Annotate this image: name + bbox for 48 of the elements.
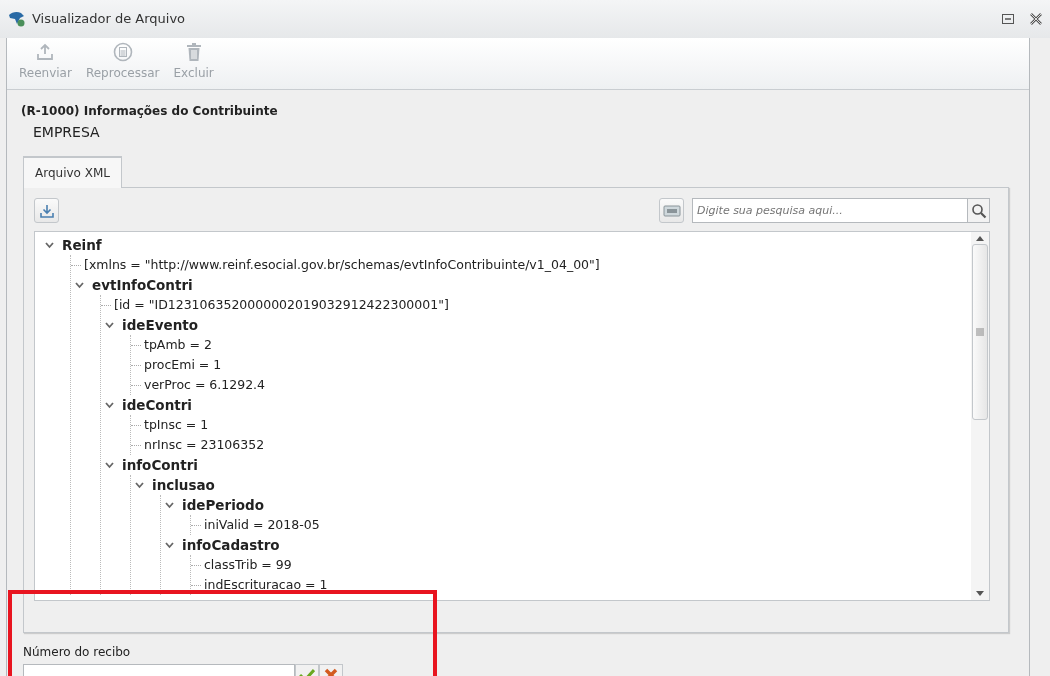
scroll-up-icon[interactable] bbox=[975, 234, 985, 242]
tree-value: tpInsc = 1 bbox=[144, 415, 209, 434]
tree-value: indEscrituracao = 1 bbox=[204, 575, 328, 594]
tree-value: [xmlns = "http://www.reinf.esocial.gov.br/schemas/evtInfoContribuinte/v1_04_00"] bbox=[84, 255, 600, 274]
calculator-icon bbox=[112, 42, 133, 62]
tree-node[interactable]: evtInfoContri bbox=[92, 274, 193, 296]
upload-icon bbox=[35, 42, 56, 62]
download-icon bbox=[38, 202, 55, 219]
search-button[interactable] bbox=[968, 198, 990, 223]
tree-value: tpAmb = 2 bbox=[144, 335, 212, 354]
expand-chevron-icon[interactable] bbox=[45, 241, 54, 249]
record-title: (R-1000) Informações do Contribuinte bbox=[21, 103, 279, 120]
tree-value: verProc = 6.1292.4 bbox=[144, 375, 265, 394]
scrollbar[interactable] bbox=[971, 232, 989, 600]
expand-chevron-icon[interactable] bbox=[135, 481, 144, 489]
tree-value: classTrib = 99 bbox=[204, 555, 292, 574]
search-field[interactable]: Digite sua pesquisa aqui... bbox=[692, 198, 968, 223]
scroll-down-icon[interactable] bbox=[975, 590, 985, 598]
tab[interactable]: Arquivo XML bbox=[23, 156, 122, 188]
tree-node[interactable]: infoContri bbox=[122, 454, 198, 476]
tree-node[interactable]: infoCadastro bbox=[182, 534, 280, 556]
expand-chevron-icon[interactable] bbox=[105, 401, 114, 409]
company-name: EMPRESA bbox=[33, 123, 101, 142]
tree-node[interactable]: ideEvento bbox=[122, 314, 198, 336]
tree-value: nrInsc = 23106352 bbox=[144, 435, 265, 454]
tree-node[interactable]: inclusao bbox=[152, 474, 215, 496]
window-title: Visualizador de Arquivo bbox=[32, 10, 186, 29]
download-button[interactable] bbox=[34, 198, 59, 223]
expand-chevron-icon[interactable] bbox=[165, 541, 174, 549]
expand-chevron-icon[interactable] bbox=[165, 501, 174, 509]
tree-value: procEmi = 1 bbox=[144, 355, 222, 374]
expand-chevron-icon[interactable] bbox=[105, 461, 114, 469]
tree-node[interactable]: Reinf bbox=[62, 234, 102, 256]
tree-node[interactable]: ideContri bbox=[122, 394, 192, 416]
restore-icon[interactable] bbox=[1002, 14, 1014, 24]
tree-value: iniValid = 2018-05 bbox=[204, 515, 320, 534]
app-icon bbox=[8, 11, 26, 27]
expand-chevron-icon[interactable] bbox=[75, 281, 84, 289]
grip-icon bbox=[976, 328, 984, 336]
expand-chevron-icon[interactable] bbox=[105, 321, 114, 329]
xml-file-icon bbox=[662, 204, 681, 217]
close-icon[interactable] bbox=[1030, 13, 1042, 25]
receipt-label: Número do recibo bbox=[23, 644, 132, 661]
search-icon bbox=[970, 202, 987, 219]
tree-value: [id = "ID1231063520000002019032912422300001"] bbox=[114, 295, 449, 314]
xml-button[interactable] bbox=[659, 198, 684, 223]
scroll-thumb[interactable] bbox=[972, 244, 988, 420]
tree-node[interactable]: idePeriodo bbox=[182, 494, 264, 516]
